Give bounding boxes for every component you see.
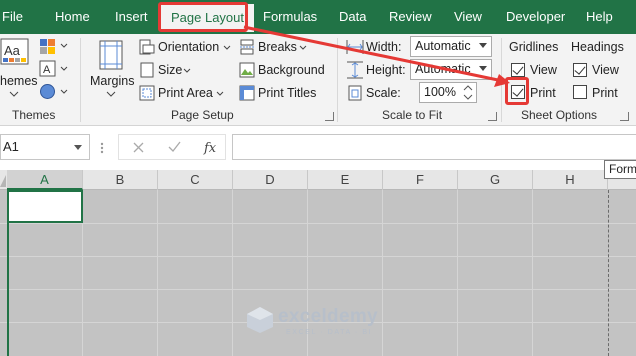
gridline (532, 190, 533, 356)
name-box-value: A1 (3, 139, 19, 154)
gridline (0, 223, 636, 224)
insert-function-icon[interactable]: fx (203, 139, 217, 155)
column-header-f[interactable]: F (383, 170, 458, 190)
column-header-b[interactable]: B (83, 170, 158, 190)
gridline (457, 190, 458, 356)
chevron-down-icon (74, 145, 82, 150)
watermark-name: exceldemy (278, 306, 378, 327)
gridline (232, 190, 233, 356)
page-break-line (608, 190, 609, 356)
column-header-c[interactable]: C (158, 170, 233, 190)
column-header-row: A B C D E F G H (0, 170, 636, 190)
name-box[interactable]: A1 (0, 134, 90, 160)
gridline (0, 289, 636, 290)
column-header-g[interactable]: G (458, 170, 533, 190)
column-header-d[interactable]: D (233, 170, 308, 190)
enter-check-icon[interactable] (168, 141, 181, 153)
select-all-corner-icon[interactable] (0, 173, 7, 189)
gridline (0, 256, 636, 257)
exceldemy-logo-icon (247, 307, 273, 333)
column-header-a[interactable]: A (7, 170, 83, 190)
formula-bar-tooltip: Formu (604, 160, 636, 179)
formula-bar: A1 fx (0, 126, 636, 170)
cancel-icon[interactable] (133, 142, 144, 153)
gridline (157, 190, 158, 356)
column-header-e[interactable]: E (308, 170, 383, 190)
watermark-tagline: EXCEL · DATA · BI (286, 329, 373, 336)
active-cell-a1[interactable] (7, 190, 83, 223)
svg-text:fx: fx (203, 141, 217, 155)
gridline (382, 190, 383, 356)
column-header-h[interactable]: H (533, 170, 608, 190)
formula-bar-grip-icon[interactable] (100, 142, 104, 154)
formula-input[interactable] (232, 134, 636, 160)
formula-buttons: fx (118, 134, 226, 160)
